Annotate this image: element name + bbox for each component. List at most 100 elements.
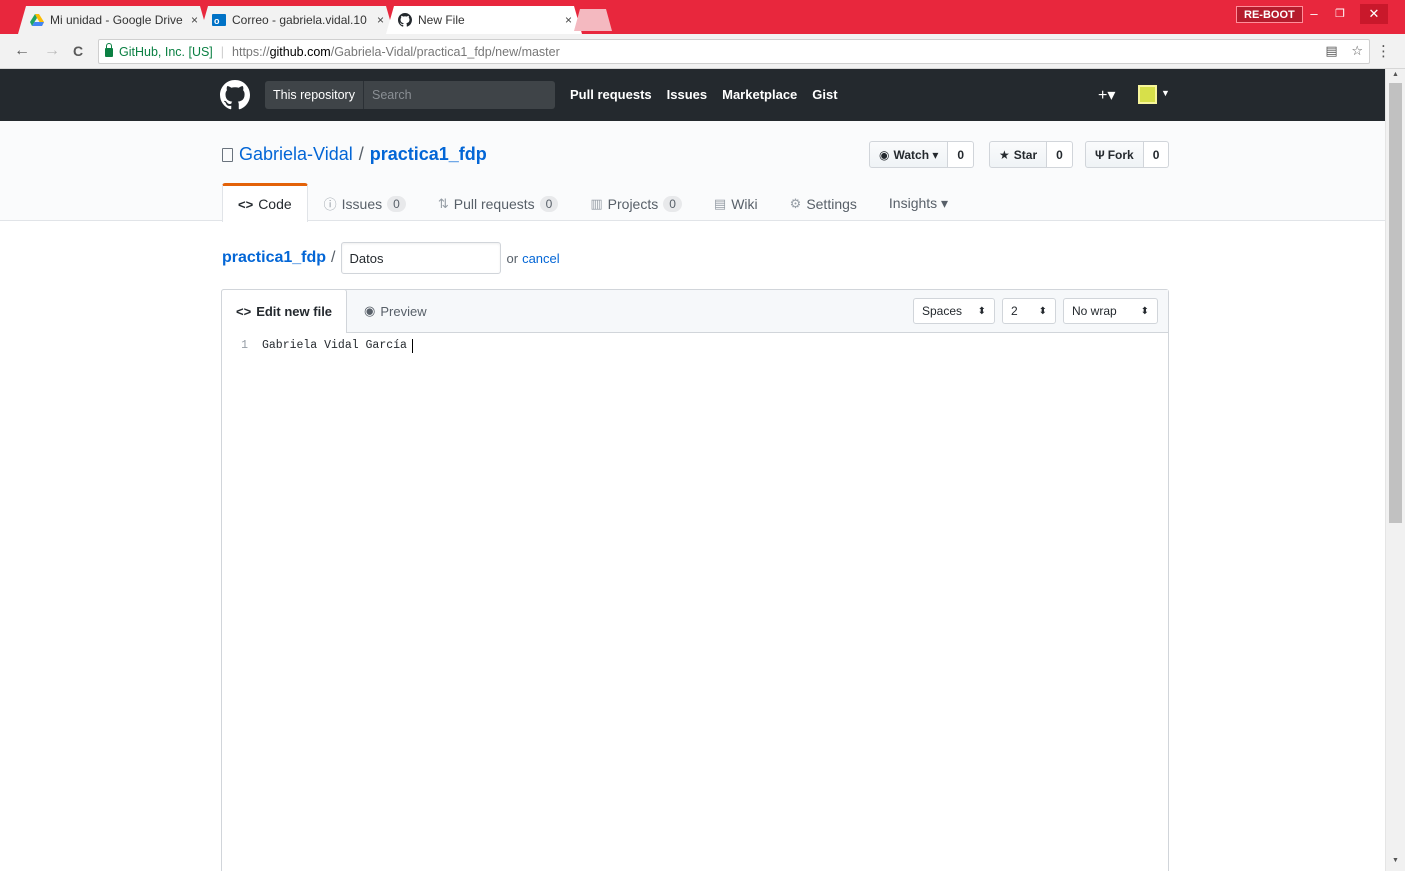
tab-title: Correo - gabriela.vidal.10 bbox=[232, 13, 367, 27]
filename-input[interactable] bbox=[340, 242, 501, 274]
tab-label: Settings bbox=[806, 195, 857, 212]
header-nav-pull-requests[interactable]: Pull requests bbox=[570, 87, 652, 102]
editor-header: <> Edit new file ◉ Preview Spaces ⬍ 2 ⬍ … bbox=[221, 289, 1168, 333]
back-icon[interactable]: ← bbox=[12, 41, 32, 61]
code-icon: <> bbox=[236, 304, 252, 319]
repo-head: Gabriela-Vidal / practica1_fdp ◉ Watch ▾… bbox=[0, 121, 1385, 222]
page-scrollbar[interactable]: ▲ ▼ bbox=[1385, 69, 1405, 871]
outlook-icon: o bbox=[212, 13, 226, 27]
select-arrows-icon: ⬍ bbox=[1140, 305, 1149, 317]
fork-label: Fork bbox=[1107, 147, 1134, 162]
tab-close-icon[interactable]: × bbox=[565, 13, 572, 27]
site-identity[interactable]: GitHub, Inc. [US] bbox=[119, 45, 213, 59]
tab-label: Pull requests bbox=[453, 195, 535, 212]
tab-title: Mi unidad - Google Drive bbox=[50, 13, 183, 27]
tab-label: Insights ▾ bbox=[888, 195, 949, 211]
breadcrumb-separator: / bbox=[331, 249, 336, 266]
gear-icon: ⚙ bbox=[789, 195, 802, 211]
indent-mode-select[interactable]: Spaces ⬍ bbox=[913, 298, 995, 324]
file-editor: <> Edit new file ◉ Preview Spaces ⬍ 2 ⬍ … bbox=[221, 289, 1169, 871]
fork-icon: Ψ bbox=[1095, 147, 1105, 162]
repo-owner-link[interactable]: Gabriela-Vidal bbox=[239, 144, 353, 165]
scroll-up-icon[interactable]: ▲ bbox=[1386, 71, 1405, 78]
tab-insights[interactable]: Insights ▾ bbox=[873, 183, 964, 221]
tab-label: Code bbox=[258, 196, 292, 212]
tab-close-icon[interactable]: × bbox=[191, 13, 198, 27]
close-window-icon[interactable]: ✕ bbox=[1360, 4, 1388, 24]
tab-code[interactable]: <> Code bbox=[222, 183, 308, 222]
create-new-plus-icon[interactable]: +▾ bbox=[1098, 85, 1115, 105]
browser-tab-new-file[interactable]: New File × bbox=[386, 6, 582, 34]
google-drive-icon bbox=[30, 13, 44, 27]
select-arrows-icon: ⬍ bbox=[977, 305, 986, 317]
indent-size-value: 2 bbox=[1011, 304, 1018, 318]
pull-request-icon: ⇅ bbox=[437, 195, 449, 211]
tab-wiki[interactable]: ▤ Wiki bbox=[698, 183, 774, 221]
browser-tab-google-drive[interactable]: Mi unidad - Google Drive × bbox=[18, 6, 208, 34]
user-avatar[interactable] bbox=[1138, 85, 1157, 104]
github-logo-icon[interactable] bbox=[220, 80, 250, 110]
fork-button[interactable]: Ψ Fork bbox=[1085, 141, 1144, 168]
tab-projects[interactable]: ▥ Projects 0 bbox=[574, 183, 698, 221]
tab-close-icon[interactable]: × bbox=[377, 13, 384, 27]
repo-title-separator: / bbox=[358, 144, 364, 164]
star-label: Star bbox=[1013, 147, 1038, 162]
translate-icon[interactable]: ▤ bbox=[1325, 43, 1337, 58]
url-host: github.com bbox=[269, 44, 331, 59]
tab-settings[interactable]: ⚙ Settings bbox=[774, 183, 873, 221]
tab-issues[interactable]: ⓘ Issues 0 bbox=[308, 183, 422, 221]
reload-icon[interactable]: C bbox=[68, 41, 88, 61]
watch-button[interactable]: ◉ Watch ▾ bbox=[869, 141, 949, 168]
project-icon: ▥ bbox=[590, 195, 603, 211]
wrap-mode-select[interactable]: No wrap ⬍ bbox=[1063, 298, 1158, 324]
search-input[interactable]: Search bbox=[364, 88, 412, 102]
header-nav-issues[interactable]: Issues bbox=[667, 87, 707, 102]
browser-menu-icon[interactable]: ⋮ bbox=[1376, 42, 1391, 60]
forward-icon[interactable]: → bbox=[42, 41, 62, 61]
lock-icon bbox=[105, 43, 113, 57]
line-number: 1 bbox=[241, 339, 248, 352]
issue-icon: ⓘ bbox=[323, 197, 337, 212]
header-search[interactable]: This repository Search bbox=[265, 81, 555, 109]
tab-preview[interactable]: ◉ Preview bbox=[350, 289, 441, 333]
header-nav-marketplace[interactable]: Marketplace bbox=[722, 87, 797, 102]
repo-title: Gabriela-Vidal / practica1_fdp bbox=[222, 144, 487, 165]
watch-count[interactable]: 0 bbox=[948, 141, 975, 168]
address-separator: | bbox=[220, 44, 225, 59]
browser-toolbar: ← → C GitHub, Inc. [US] | https:// githu… bbox=[0, 34, 1405, 69]
tab-label: Edit new file bbox=[256, 304, 333, 319]
indent-mode-value: Spaces bbox=[922, 304, 963, 318]
watch-group: ◉ Watch ▾ 0 bbox=[869, 141, 975, 168]
chevron-down-icon[interactable]: ▼ bbox=[1161, 88, 1170, 98]
scroll-down-icon[interactable]: ▼ bbox=[1386, 857, 1405, 864]
github-icon bbox=[398, 13, 412, 27]
restore-icon[interactable]: ❐ bbox=[1326, 4, 1354, 24]
browser-tab-correo[interactable]: o Correo - gabriela.vidal.10 × bbox=[200, 6, 394, 34]
tab-label: Preview bbox=[380, 303, 427, 319]
indent-size-select[interactable]: 2 ⬍ bbox=[1002, 298, 1056, 324]
repo-book-icon bbox=[222, 147, 233, 162]
tab-label: Issues bbox=[341, 195, 383, 212]
header-nav-gist[interactable]: Gist bbox=[812, 87, 837, 102]
tab-pull-requests[interactable]: ⇅ Pull requests 0 bbox=[422, 183, 575, 221]
star-button[interactable]: ★ Star bbox=[989, 141, 1048, 168]
scrollbar-thumb[interactable] bbox=[1389, 83, 1402, 523]
address-bar[interactable]: GitHub, Inc. [US] | https:// github.com … bbox=[98, 39, 1370, 64]
breadcrumb-repo-link[interactable]: practica1_fdp bbox=[222, 249, 326, 267]
text-cursor bbox=[411, 339, 413, 353]
star-count[interactable]: 0 bbox=[1047, 141, 1073, 168]
line-content[interactable]: Gabriela Vidal García bbox=[262, 339, 407, 353]
svg-text:o: o bbox=[214, 16, 220, 26]
bookmark-star-icon[interactable]: ☆ bbox=[1351, 43, 1363, 58]
profile-badge[interactable]: RE-BOOT bbox=[1236, 6, 1303, 23]
new-tab-button[interactable] bbox=[574, 9, 612, 31]
tab-edit-new-file[interactable]: <> Edit new file bbox=[221, 289, 348, 333]
header-nav: Pull requests Issues Marketplace Gist bbox=[570, 87, 838, 102]
cancel-link[interactable]: cancel bbox=[522, 251, 560, 266]
tab-label: Projects bbox=[607, 195, 659, 212]
code-line[interactable]: 1 Gabriela Vidal García bbox=[222, 339, 413, 353]
repo-name-link[interactable]: practica1_fdp bbox=[370, 144, 487, 165]
minimize-icon[interactable]: – bbox=[1300, 4, 1328, 24]
tab-label: Wiki bbox=[731, 195, 758, 212]
fork-count[interactable]: 0 bbox=[1143, 141, 1170, 168]
